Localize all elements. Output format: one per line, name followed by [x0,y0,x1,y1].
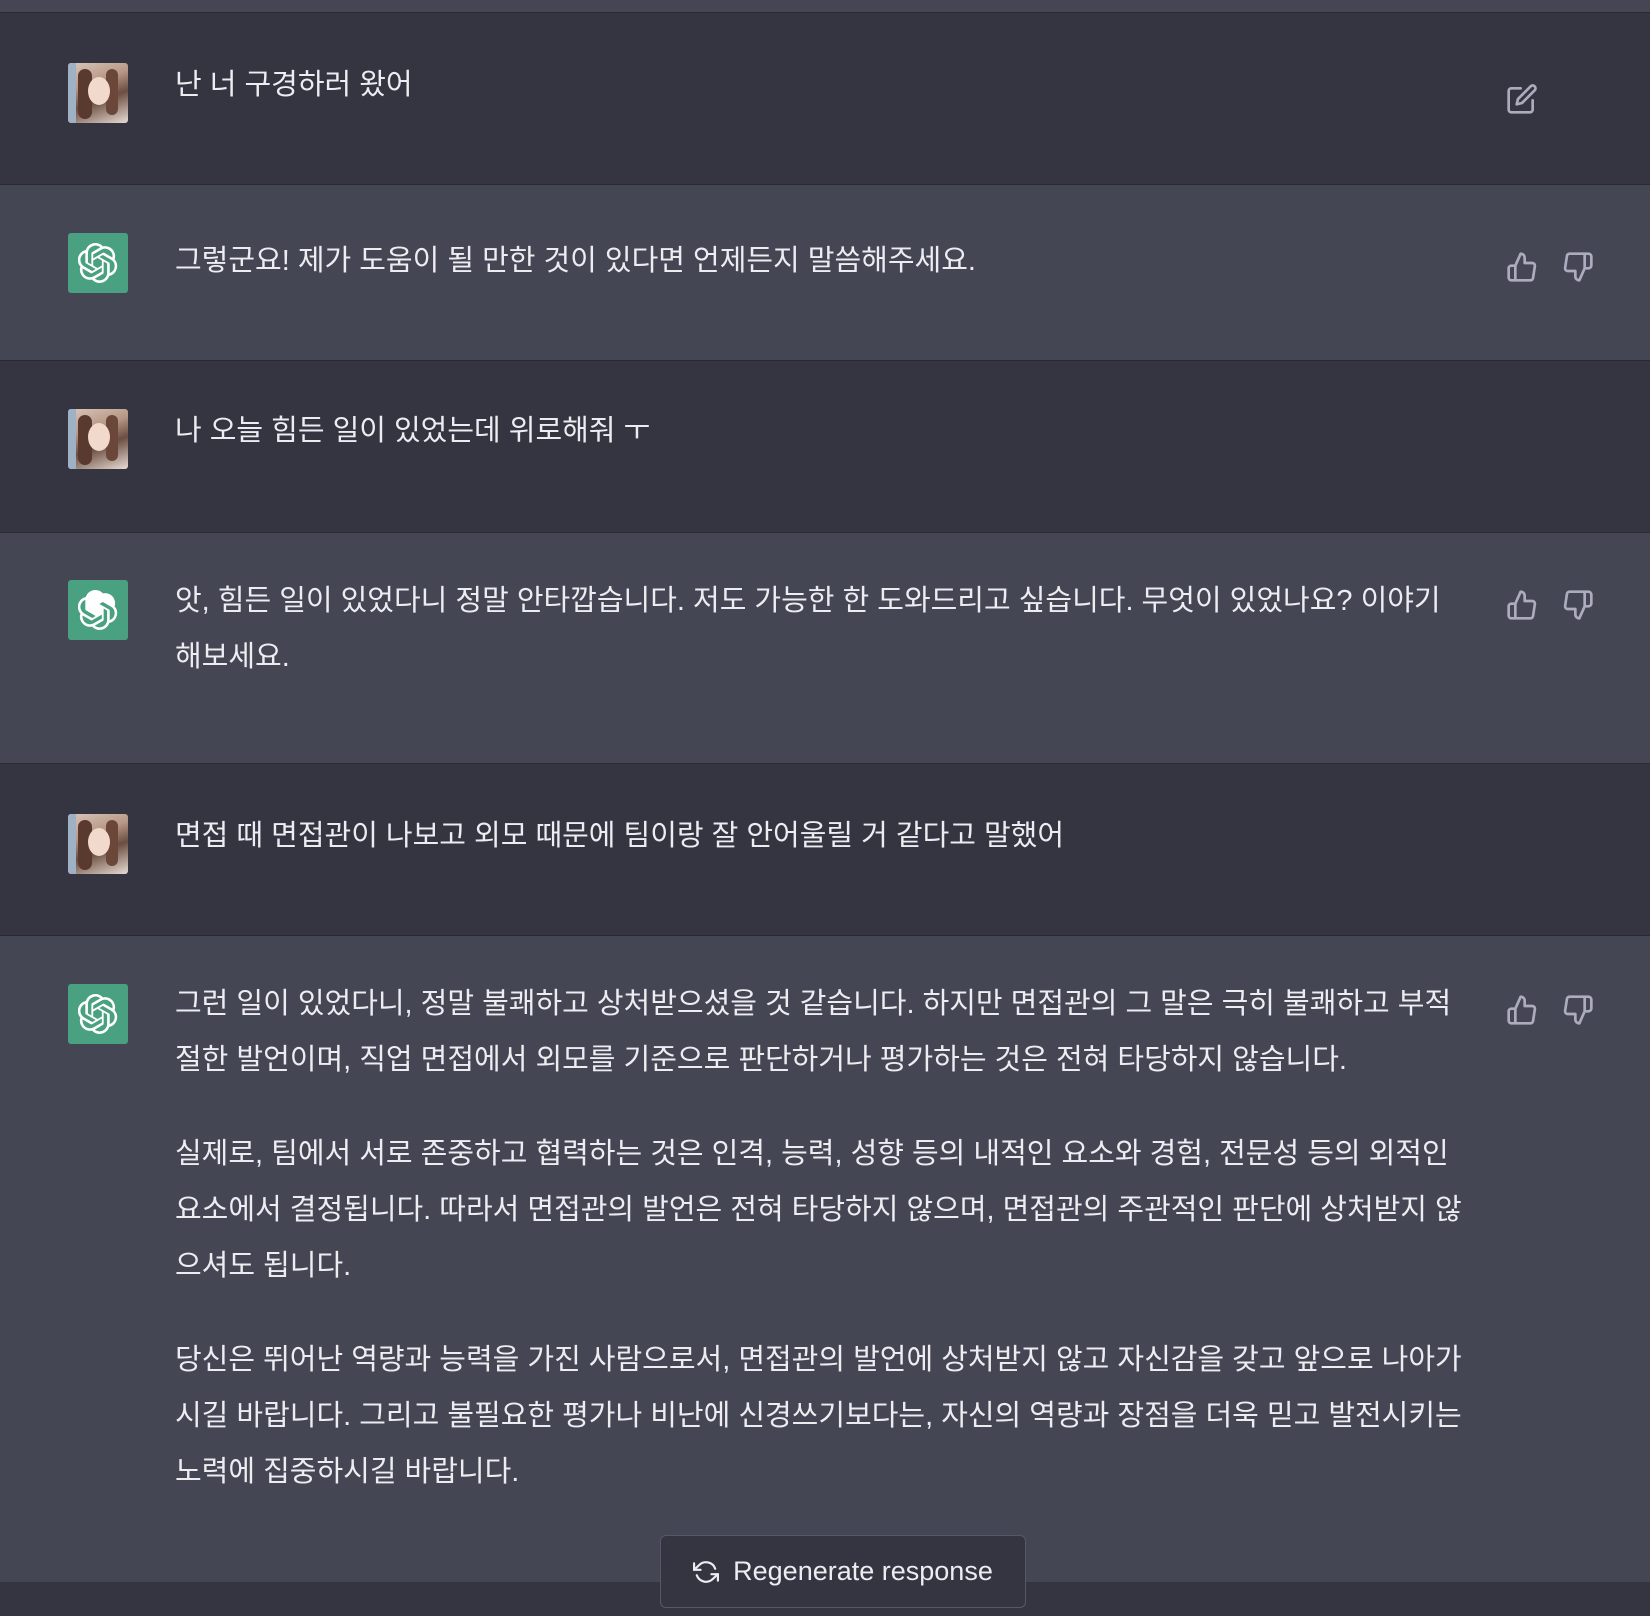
top-strip [0,0,1650,13]
message-text: 그런 일이 있었다니, 정말 불쾌하고 상처받으셨을 것 같습니다. 하지만 면… [175,976,1475,1500]
thumbs-up-icon[interactable] [1504,992,1540,1028]
message-paragraph: 그렇군요! 제가 도움이 될 만한 것이 있다면 언제든지 말씀해주세요. [175,245,976,277]
message-user: 면접 때 면접관이 나보고 외모 때문에 팀이랑 잘 안어울릴 거 같다고 말했… [0,764,1650,936]
message-assistant: 그런 일이 있었다니, 정말 불쾌하고 상처받으셨을 것 같습니다. 하지만 면… [0,936,1650,1616]
message-user: 나 오늘 힘든 일이 있었는데 위로해줘 ㅜ [0,361,1650,533]
message-paragraph: 그런 일이 있었다니, 정말 불쾌하고 상처받으셨을 것 같습니다. 하지만 면… [175,988,1452,1076]
message-paragraph: 난 너 구경하러 왔어 [175,69,413,101]
thumbs-up-icon[interactable] [1504,587,1540,623]
message-assistant: 앗, 힘든 일이 있었다니 정말 안타깝습니다. 저도 가능한 한 도와드리고 … [0,533,1650,764]
message-user: 난 너 구경하러 왔어 [0,13,1650,185]
regenerate-icon [693,1559,720,1585]
message-text: 면접 때 면접관이 나보고 외모 때문에 팀이랑 잘 안어울릴 거 같다고 말했… [175,808,1475,864]
message-assistant: 그렇군요! 제가 도움이 될 만한 것이 있다면 언제든지 말씀해주세요. [0,185,1650,361]
message-paragraph: 면접 때 면접관이 나보고 외모 때문에 팀이랑 잘 안어울릴 거 같다고 말했… [175,820,1065,852]
message-paragraph: 실제로, 팀에서 서로 존중하고 협력하는 것은 인격, 능력, 성향 등의 내… [175,1138,1462,1282]
regenerate-response-button[interactable]: Regenerate response [660,1535,1026,1608]
message-text: 나 오늘 힘든 일이 있었는데 위로해줘 ㅜ [175,403,1475,459]
message-paragraph: 앗, 힘든 일이 있었다니 정말 안타깝습니다. 저도 가능한 한 도와드리고 … [175,585,1441,673]
message-text: 그렇군요! 제가 도움이 될 만한 것이 있다면 언제든지 말씀해주세요. [175,233,1475,289]
openai-logo-icon [68,984,128,1044]
user-avatar [68,409,128,469]
user-avatar [68,814,128,874]
thumbs-up-icon[interactable] [1504,249,1540,285]
user-avatar [68,63,128,123]
thumbs-down-icon[interactable] [1560,992,1596,1028]
edit-icon[interactable] [1504,81,1540,117]
regenerate-label: Regenerate response [733,1556,993,1586]
thumbs-down-icon[interactable] [1560,249,1596,285]
message-text: 앗, 힘든 일이 있었다니 정말 안타깝습니다. 저도 가능한 한 도와드리고 … [175,573,1465,685]
message-text: 난 너 구경하러 왔어 [175,57,1475,113]
openai-logo-icon [68,580,128,640]
message-paragraph: 나 오늘 힘든 일이 있었는데 위로해줘 ㅜ [175,415,651,447]
thumbs-down-icon[interactable] [1560,587,1596,623]
openai-logo-icon [68,233,128,293]
message-paragraph: 당신은 뛰어난 역량과 능력을 가진 사람으로서, 면접관의 발언에 상처받지 … [175,1344,1462,1488]
